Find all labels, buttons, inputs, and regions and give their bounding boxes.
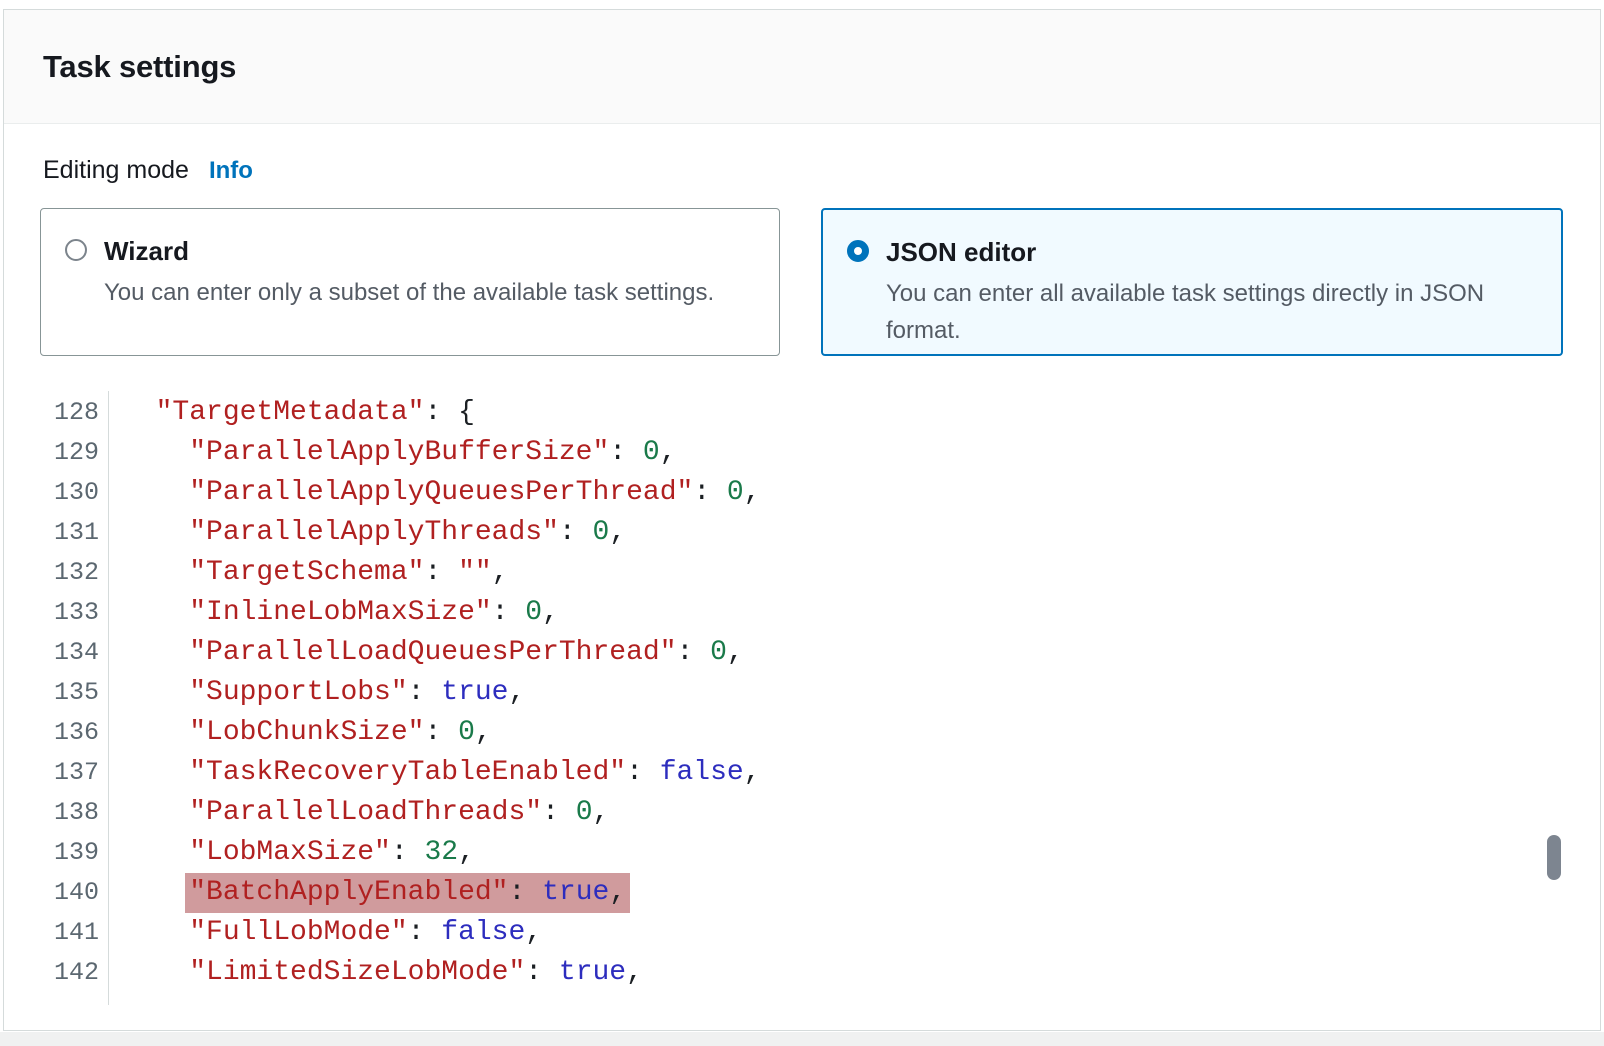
panel-header: Task settings [4, 10, 1600, 124]
option-wizard-description: You can enter only a subset of the avail… [104, 274, 714, 311]
code-line[interactable]: "InlineLobMaxSize": 0, [122, 593, 761, 633]
code-line[interactable]: "TargetMetadata": { [122, 393, 761, 433]
radio-selected-icon[interactable] [847, 240, 869, 262]
editing-mode-row: Editing mode Info [43, 156, 253, 185]
code-line[interactable]: "LobChunkSize": 0, [122, 713, 761, 753]
line-number: 139 [4, 833, 99, 873]
json-code-editor[interactable]: 1281291301311321331341351361371381391401… [4, 393, 1602, 1018]
option-json-description: You can enter all available task setting… [886, 275, 1537, 349]
line-number: 136 [4, 713, 99, 753]
code-line[interactable]: "ParallelApplyBufferSize": 0, [122, 433, 761, 473]
option-card-json-editor[interactable]: JSON editor You can enter all available … [821, 208, 1563, 356]
line-number: 141 [4, 913, 99, 953]
panel-title: Task settings [43, 49, 236, 85]
option-json-text: JSON editor You can enter all available … [886, 237, 1537, 350]
line-number: 133 [4, 593, 99, 633]
option-wizard-text: Wizard You can enter only a subset of th… [104, 236, 714, 311]
highlighted-token: "BatchApplyEnabled": true, [185, 873, 630, 913]
code-line[interactable]: "BatchApplyEnabled": true, [122, 873, 761, 913]
line-number: 128 [4, 393, 99, 433]
code-line[interactable]: "TaskRecoveryTableEnabled": false, [122, 753, 761, 793]
line-number: 131 [4, 513, 99, 553]
code-area[interactable]: "TargetMetadata": { "ParallelApplyBuffer… [122, 393, 761, 993]
task-settings-panel: Task settings Editing mode Info Wizard Y… [3, 9, 1601, 1031]
code-line[interactable]: "LobMaxSize": 32, [122, 833, 761, 873]
code-line[interactable]: "TargetSchema": "", [122, 553, 761, 593]
option-json-label: JSON editor [886, 237, 1537, 268]
gutter-divider [108, 391, 109, 1005]
code-line[interactable]: "ParallelLoadQueuesPerThread": 0, [122, 633, 761, 673]
line-number: 142 [4, 953, 99, 993]
line-number: 130 [4, 473, 99, 513]
code-line[interactable]: "ParallelLoadThreads": 0, [122, 793, 761, 833]
line-number: 129 [4, 433, 99, 473]
line-number: 134 [4, 633, 99, 673]
line-number-gutter: 1281291301311321331341351361371381391401… [4, 393, 99, 993]
line-number: 137 [4, 753, 99, 793]
code-line[interactable]: "LimitedSizeLobMode": true, [122, 953, 761, 993]
page: Task settings Editing mode Info Wizard Y… [0, 0, 1604, 1046]
editing-mode-label: Editing mode [43, 156, 189, 185]
code-line[interactable]: "FullLobMode": false, [122, 913, 761, 953]
option-card-wizard[interactable]: Wizard You can enter only a subset of th… [40, 208, 780, 356]
code-line[interactable]: "ParallelApplyThreads": 0, [122, 513, 761, 553]
line-number: 140 [4, 873, 99, 913]
option-wizard-label: Wizard [104, 236, 714, 267]
line-number: 138 [4, 793, 99, 833]
line-number: 135 [4, 673, 99, 713]
code-line[interactable]: "SupportLobs": true, [122, 673, 761, 713]
info-link[interactable]: Info [209, 157, 253, 185]
footer-strip [0, 1032, 1604, 1046]
radio-unselected-icon[interactable] [65, 239, 87, 261]
scrollbar-thumb[interactable] [1547, 835, 1561, 880]
line-number: 132 [4, 553, 99, 593]
code-line[interactable]: "ParallelApplyQueuesPerThread": 0, [122, 473, 761, 513]
